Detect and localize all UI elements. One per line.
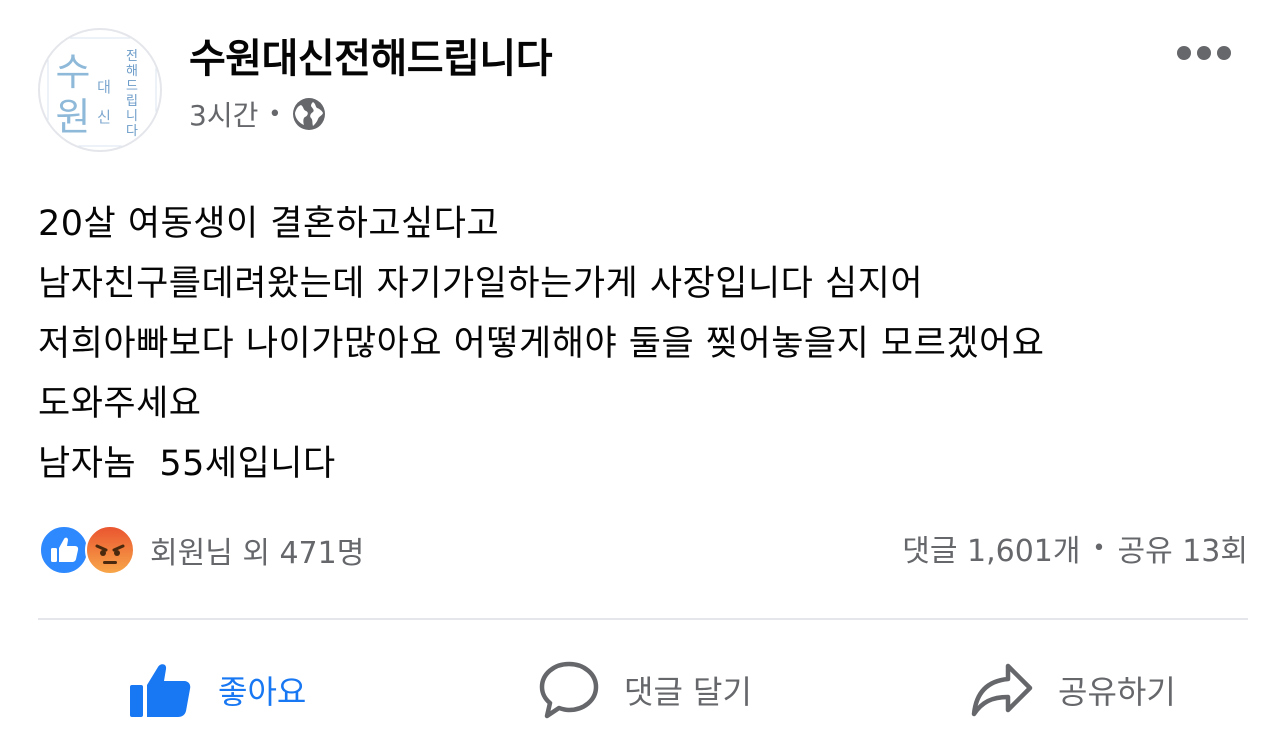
avatar-vertical-char: 해 (126, 64, 138, 79)
more-horizontal-icon (1177, 46, 1231, 60)
post-line: 20살 여동생이 결혼하고싶다고 (38, 204, 500, 244)
avatar-logo: 수 원 대 신 전해드립니다 (47, 37, 157, 147)
like-reaction-icon (38, 524, 90, 576)
facebook-post: 수 원 대 신 전해드립니다 수원대신전해드립니다 3시간 • 20살 여동생이… (0, 0, 1280, 736)
stats-separator: • (1092, 535, 1106, 561)
post-time[interactable]: 3시간 (189, 94, 258, 134)
post-body: 20살 여동생이 결혼하고싶다고 남자친구를데려왔는데 자기가일하는가게 사장입… (38, 194, 1250, 494)
share-arrow-icon (971, 663, 1033, 717)
comment-label: 댓글 달기 (624, 673, 752, 711)
svg-text:원: 원 (56, 95, 91, 139)
avatar-vertical-char: 립 (126, 94, 138, 109)
comment-icon (539, 661, 599, 719)
svg-text:대: 대 (97, 78, 111, 96)
page-name[interactable]: 수원대신전해드립니다 (189, 26, 553, 84)
post-line: 남자친구를데려왔는데 자기가일하는가게 사장입니다 심지어 (38, 264, 924, 304)
reactions-count-label[interactable]: 회원님 외 471명 (150, 528, 364, 572)
post-line: 남자놈 55세입니다 (38, 444, 336, 484)
share-label: 공유하기 (1058, 673, 1176, 711)
comment-button[interactable]: 댓글 달기 (538, 650, 752, 730)
post-meta: 3시간 • (189, 94, 327, 134)
svg-text:수: 수 (56, 50, 91, 94)
divider (38, 618, 1248, 620)
reactions-summary[interactable]: 회원님 외 471명 (38, 524, 364, 576)
avatar-vertical-char: 전 (126, 49, 138, 64)
post-line: 저희아빠보다 나이가많아요 어떻게해야 둘을 찢어놓을지 모르겠어요 (38, 324, 1045, 364)
svg-text:신: 신 (97, 108, 111, 126)
avatar-vertical-char: 니 (126, 109, 138, 124)
globe-icon[interactable] (291, 96, 327, 132)
thumbs-up-icon (130, 664, 191, 717)
avatar-vertical-char: 다 (126, 124, 138, 139)
post-stats: 댓글 1,601개 • 공유 13회 (902, 526, 1248, 570)
more-options-button[interactable] (1160, 30, 1260, 76)
post-line: 도와주세요 (38, 384, 202, 424)
comments-count[interactable]: 댓글 1,601개 (902, 526, 1080, 570)
like-button[interactable]: 좋아요 (128, 650, 306, 730)
shares-count[interactable]: 공유 13회 (1117, 526, 1248, 570)
meta-separator: • (268, 101, 282, 127)
avatar-vertical-char: 드 (126, 79, 138, 94)
page-avatar[interactable]: 수 원 대 신 전해드립니다 (38, 28, 162, 152)
share-button[interactable]: 공유하기 (970, 650, 1176, 730)
like-label: 좋아요 (218, 673, 307, 711)
angry-reaction-icon (84, 524, 136, 576)
